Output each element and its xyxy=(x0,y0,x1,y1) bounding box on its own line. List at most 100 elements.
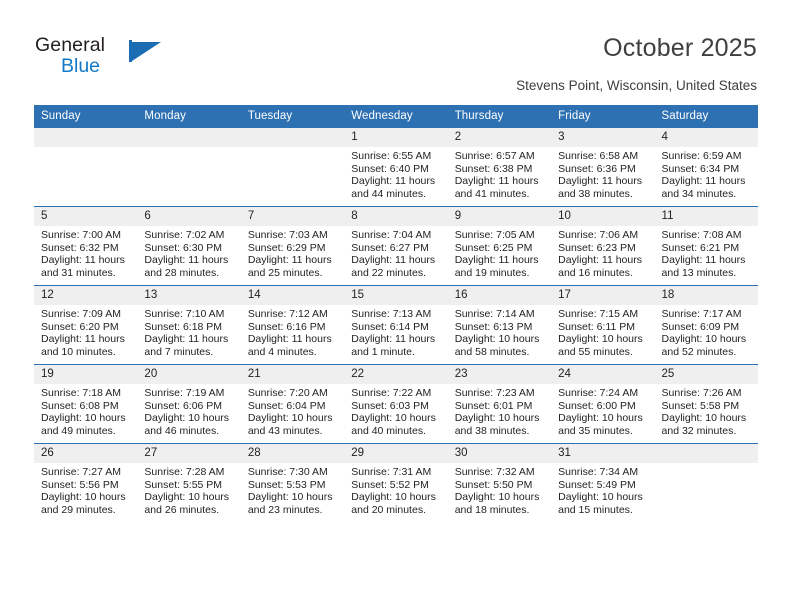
calendar-day-cell[interactable]: 20 Sunrise: 7:19 AM Sunset: 6:06 PM Dayligh… xyxy=(137,364,241,444)
daylight-text-line1: Daylight: 10 hours xyxy=(41,491,126,504)
sunrise-text: Sunrise: 6:58 AM xyxy=(558,150,639,162)
day-number xyxy=(34,128,138,147)
weekday-header-friday: Friday xyxy=(551,105,655,128)
sunrise-text: Sunrise: 7:19 AM xyxy=(144,387,225,399)
day-details: Sunrise: 7:31 AM Sunset: 5:52 PM Daylight:… xyxy=(344,463,447,516)
sunset-text: Sunset: 6:23 PM xyxy=(558,241,636,254)
sunrise-text: Sunrise: 7:26 AM xyxy=(661,387,742,399)
calendar-day-cell[interactable]: 2 Sunrise: 6:57 AM Sunset: 6:38 PM Daylight… xyxy=(447,127,552,207)
sunset-text: Sunset: 6:11 PM xyxy=(558,320,635,333)
daylight-text-line2: and 23 minutes. xyxy=(247,503,323,516)
calendar-day-cell[interactable]: 18 Sunrise: 7:17 AM Sunset: 6:09 PM Dayligh… xyxy=(654,285,758,365)
calendar-day-cell[interactable]: 13 Sunrise: 7:10 AM Sunset: 6:18 PM Dayligh… xyxy=(137,285,241,365)
day-details: Sunrise: 7:08 AM Sunset: 6:21 PM Daylight:… xyxy=(655,226,758,279)
page-header: General Blue October 2025 Stevens Point,… xyxy=(0,0,792,100)
day-details: Sunrise: 7:13 AM Sunset: 6:14 PM Daylight:… xyxy=(344,305,447,358)
calendar-day-cell[interactable]: 27 Sunrise: 7:28 AM Sunset: 5:55 PM Dayligh… xyxy=(137,443,241,522)
calendar-week-row: 26 Sunrise: 7:27 AM Sunset: 5:56 PM Dayligh… xyxy=(34,443,758,522)
daylight-text-line2: and 43 minutes. xyxy=(247,424,323,437)
daylight-text-line1: Daylight: 11 hours xyxy=(351,254,436,267)
calendar-day-cell-empty xyxy=(654,443,758,522)
calendar-day-cell[interactable]: 14 Sunrise: 7:12 AM Sunset: 6:16 PM Dayligh… xyxy=(240,285,345,365)
day-details: Sunrise: 6:58 AM Sunset: 6:36 PM Daylight:… xyxy=(551,147,654,200)
daylight-text-line1: Daylight: 11 hours xyxy=(351,333,436,346)
calendar-day-cell[interactable]: 7 Sunrise: 7:03 AM Sunset: 6:29 PM Daylight… xyxy=(240,206,345,286)
calendar-day-cell[interactable]: 5 Sunrise: 7:00 AM Sunset: 6:32 PM Daylight… xyxy=(34,206,138,286)
daylight-text-line1: Daylight: 10 hours xyxy=(454,412,540,425)
calendar-day-cell[interactable]: 11 Sunrise: 7:08 AM Sunset: 6:21 PM Dayligh… xyxy=(654,206,758,286)
sunset-text: Sunset: 5:58 PM xyxy=(661,399,740,412)
day-number: 17 xyxy=(551,286,655,305)
calendar-day-cell[interactable]: 8 Sunrise: 7:04 AM Sunset: 6:27 PM Daylight… xyxy=(344,206,448,286)
day-number: 26 xyxy=(34,444,138,463)
day-details: Sunrise: 7:30 AM Sunset: 5:53 PM Daylight:… xyxy=(241,463,344,516)
calendar-day-cell-empty xyxy=(137,127,241,207)
calendar-day-cell[interactable]: 16 Sunrise: 7:14 AM Sunset: 6:13 PM Dayligh… xyxy=(447,285,552,365)
sunrise-text: Sunrise: 7:32 AM xyxy=(454,466,535,478)
calendar-day-cell[interactable]: 31 Sunrise: 7:34 AM Sunset: 5:49 PM Dayligh… xyxy=(551,443,655,522)
sunset-text: Sunset: 6:25 PM xyxy=(454,241,533,254)
sunset-text: Sunset: 6:08 PM xyxy=(41,399,119,412)
calendar-day-cell[interactable]: 21 Sunrise: 7:20 AM Sunset: 6:04 PM Dayligh… xyxy=(240,364,345,444)
calendar-day-cell[interactable]: 12 Sunrise: 7:09 AM Sunset: 6:20 PM Dayligh… xyxy=(34,285,138,365)
calendar-day-cell[interactable]: 23 Sunrise: 7:23 AM Sunset: 6:01 PM Dayligh… xyxy=(447,364,552,444)
daylight-text-line2: and 1 minute. xyxy=(351,345,415,358)
calendar-day-cell[interactable]: 4 Sunrise: 6:59 AM Sunset: 6:34 PM Daylight… xyxy=(654,127,758,207)
calendar-day-cell[interactable]: 9 Sunrise: 7:05 AM Sunset: 6:25 PM Daylight… xyxy=(447,206,552,286)
daylight-text-line1: Daylight: 11 hours xyxy=(247,333,332,346)
daylight-text-line1: Daylight: 11 hours xyxy=(41,254,125,267)
daylight-text-line2: and 35 minutes. xyxy=(558,424,633,437)
calendar-day-cell[interactable]: 26 Sunrise: 7:27 AM Sunset: 5:56 PM Dayligh… xyxy=(34,443,138,522)
sunrise-text: Sunrise: 7:28 AM xyxy=(144,466,225,478)
daylight-text-line1: Daylight: 11 hours xyxy=(558,175,642,188)
day-number xyxy=(654,444,758,463)
day-details: Sunrise: 7:14 AM Sunset: 6:13 PM Daylight:… xyxy=(448,305,551,358)
sunrise-text: Sunrise: 7:02 AM xyxy=(144,229,225,241)
sunset-text: Sunset: 6:09 PM xyxy=(661,320,740,333)
calendar-body: 1 Sunrise: 6:55 AM Sunset: 6:40 PM Daylight… xyxy=(34,127,758,522)
calendar-day-cell[interactable]: 25 Sunrise: 7:26 AM Sunset: 5:58 PM Dayligh… xyxy=(654,364,758,444)
daylight-text-line2: and 7 minutes. xyxy=(144,345,214,358)
calendar-day-cell[interactable]: 22 Sunrise: 7:22 AM Sunset: 6:03 PM Dayligh… xyxy=(344,364,448,444)
sunset-text: Sunset: 6:20 PM xyxy=(41,320,119,333)
sunset-text: Sunset: 6:30 PM xyxy=(144,241,223,254)
sunset-text: Sunset: 6:16 PM xyxy=(247,320,326,333)
daylight-text-line2: and 29 minutes. xyxy=(41,503,116,516)
calendar-day-cell[interactable]: 17 Sunrise: 7:15 AM Sunset: 6:11 PM Dayligh… xyxy=(551,285,655,365)
day-details: Sunrise: 7:09 AM Sunset: 6:20 PM Daylight:… xyxy=(34,305,137,358)
day-number: 12 xyxy=(34,286,138,305)
calendar-day-cell[interactable]: 10 Sunrise: 7:06 AM Sunset: 6:23 PM Dayligh… xyxy=(551,206,655,286)
daylight-text-line1: Daylight: 11 hours xyxy=(41,333,125,346)
day-details: Sunrise: 7:05 AM Sunset: 6:25 PM Daylight:… xyxy=(448,226,551,279)
sunrise-text: Sunrise: 7:24 AM xyxy=(558,387,639,399)
day-details: Sunrise: 7:20 AM Sunset: 6:04 PM Daylight:… xyxy=(241,384,344,437)
calendar-day-cell[interactable]: 19 Sunrise: 7:18 AM Sunset: 6:08 PM Dayligh… xyxy=(34,364,138,444)
day-number: 4 xyxy=(654,128,758,147)
sunset-text: Sunset: 6:01 PM xyxy=(454,399,533,412)
day-details: Sunrise: 7:19 AM Sunset: 6:06 PM Daylight:… xyxy=(137,384,240,437)
sunset-text: Sunset: 6:18 PM xyxy=(144,320,223,333)
calendar-day-cell[interactable]: 28 Sunrise: 7:30 AM Sunset: 5:53 PM Dayligh… xyxy=(240,443,345,522)
day-number: 5 xyxy=(34,207,138,226)
calendar-day-cell[interactable]: 1 Sunrise: 6:55 AM Sunset: 6:40 PM Daylight… xyxy=(344,127,448,207)
daylight-text-line1: Daylight: 10 hours xyxy=(558,333,643,346)
daylight-text-line2: and 25 minutes. xyxy=(247,266,323,279)
day-details: Sunrise: 7:15 AM Sunset: 6:11 PM Daylight:… xyxy=(551,305,654,358)
calendar-day-cell[interactable]: 6 Sunrise: 7:02 AM Sunset: 6:30 PM Daylight… xyxy=(137,206,241,286)
day-details: Sunrise: 6:59 AM Sunset: 6:34 PM Daylight:… xyxy=(655,147,758,200)
day-number xyxy=(240,128,345,147)
calendar-day-cell[interactable]: 3 Sunrise: 6:58 AM Sunset: 6:36 PM Daylight… xyxy=(551,127,655,207)
weekday-header-saturday: Saturday xyxy=(654,105,758,128)
calendar-day-cell[interactable]: 30 Sunrise: 7:32 AM Sunset: 5:50 PM Dayligh… xyxy=(447,443,552,522)
sunrise-text: Sunrise: 7:27 AM xyxy=(41,466,121,478)
sunrise-text: Sunrise: 7:15 AM xyxy=(558,308,639,320)
day-number: 10 xyxy=(551,207,655,226)
calendar-day-cell[interactable]: 24 Sunrise: 7:24 AM Sunset: 6:00 PM Dayligh… xyxy=(551,364,655,444)
calendar-day-cell[interactable]: 15 Sunrise: 7:13 AM Sunset: 6:14 PM Dayligh… xyxy=(344,285,448,365)
daylight-text-line1: Daylight: 10 hours xyxy=(661,333,747,346)
sunset-text: Sunset: 6:00 PM xyxy=(558,399,636,412)
calendar-day-cell[interactable]: 29 Sunrise: 7:31 AM Sunset: 5:52 PM Dayligh… xyxy=(344,443,448,522)
sunrise-text: Sunrise: 7:20 AM xyxy=(247,387,328,399)
calendar-week-row: 5 Sunrise: 7:00 AM Sunset: 6:32 PM Daylight… xyxy=(34,206,758,286)
daylight-text-line2: and 38 minutes. xyxy=(558,187,633,200)
